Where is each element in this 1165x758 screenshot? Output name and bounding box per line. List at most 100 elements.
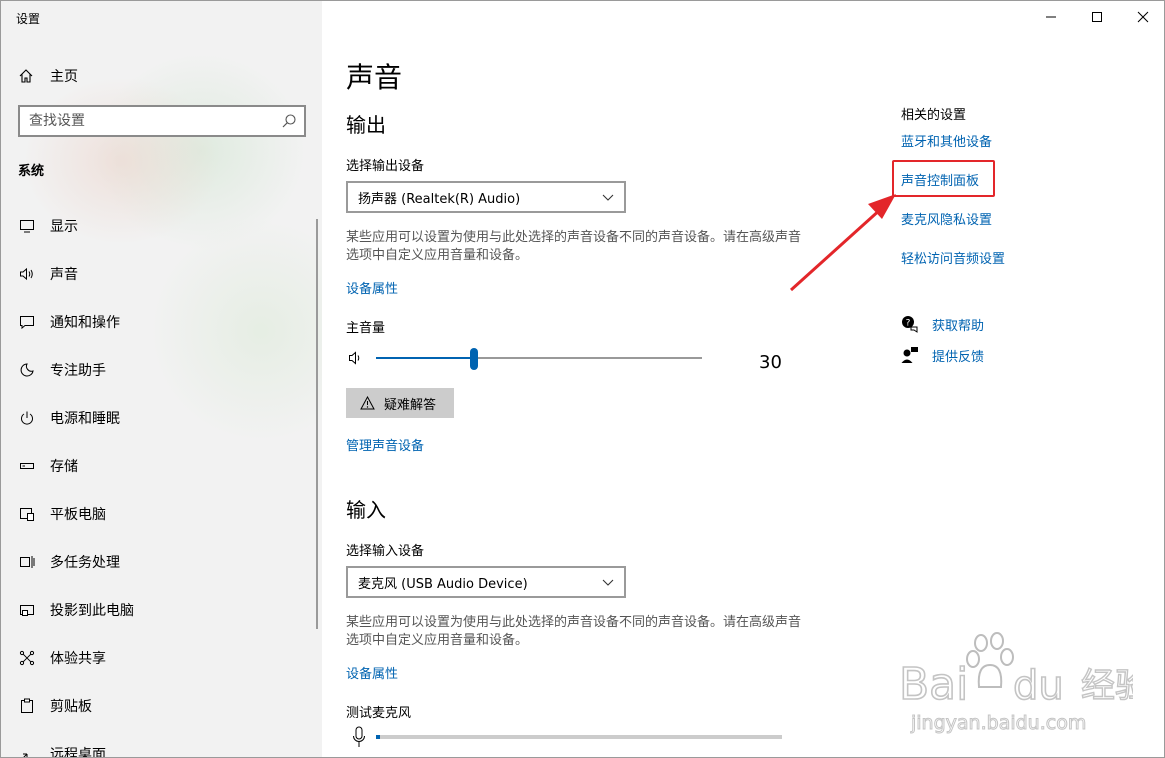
sidebar-item-label: 体验共享 <box>50 651 106 667</box>
search-icon[interactable] <box>281 113 297 129</box>
sidebar-home-label: 主页 <box>50 69 78 85</box>
sidebar-item-label: 显示 <box>50 219 78 235</box>
minimize-button[interactable] <box>1028 1 1074 33</box>
svg-text:du: du <box>1013 663 1064 709</box>
sidebar-item-label: 平板电脑 <box>50 507 106 523</box>
section-title: 系统 <box>18 164 45 179</box>
main-content: 声音 输出 选择输出设备 扬声器 (Realtek(R) Audio) 某些应用… <box>322 1 1164 757</box>
sidebar-scrollbar[interactable] <box>316 219 318 629</box>
chevron-down-icon <box>602 191 614 203</box>
maximize-button[interactable] <box>1074 1 1120 33</box>
feedback-link[interactable]: 提供反馈 <box>901 345 984 365</box>
sidebar-item-storage[interactable]: 存储 <box>1 442 322 490</box>
sidebar-item-label: 存储 <box>50 459 78 475</box>
sidebar-item-notifications[interactable]: 通知和操作 <box>1 298 322 346</box>
highlight-box <box>892 160 995 197</box>
slider-fill <box>376 357 474 359</box>
input-heading: 输入 <box>346 498 386 522</box>
input-device-select[interactable]: 麦克风 (USB Audio Device) <box>346 566 626 598</box>
sidebar-item-power[interactable]: 电源和睡眠 <box>1 394 322 442</box>
sidebar-item-display[interactable]: 显示 <box>1 202 322 250</box>
related-link-ease-of-access-audio[interactable]: 轻松访问音频设置 <box>901 248 1005 267</box>
feedback-label: 提供反馈 <box>932 349 985 365</box>
sidebar-item-label: 声音 <box>50 267 78 283</box>
related-link-mic-privacy[interactable]: 麦克风隐私设置 <box>901 209 992 228</box>
svg-text:jingyan.baidu.com: jingyan.baidu.com <box>910 712 1086 734</box>
volume-value: 30 <box>759 352 782 373</box>
settings-window: 设置 主页 系统 显示 <box>0 0 1165 758</box>
sidebar-item-label: 远程桌面 <box>50 747 106 758</box>
sidebar-item-label: 电源和睡眠 <box>50 411 120 427</box>
volume-slider[interactable] <box>376 348 702 370</box>
sidebar-item-sound[interactable]: 声音 <box>1 250 322 298</box>
svg-text:经验: 经验 <box>1081 666 1133 706</box>
test-microphone-label: 测试麦克风 <box>346 706 412 721</box>
sidebar-item-label: 多任务处理 <box>50 555 120 571</box>
sidebar-item-tablet[interactable]: 平板电脑 <box>1 490 322 538</box>
manage-sound-devices-link[interactable]: 管理声音设备 <box>346 435 424 454</box>
output-device-value: 扬声器 (Realtek(R) Audio) <box>358 191 521 207</box>
home-icon <box>17 67 35 85</box>
output-device-select[interactable]: 扬声器 (Realtek(R) Audio) <box>346 181 626 213</box>
output-device-properties-link[interactable]: 设备属性 <box>346 278 398 297</box>
notification-icon <box>18 313 36 331</box>
caption-buttons <box>1028 1 1164 33</box>
sidebar-item-label: 通知和操作 <box>50 315 120 331</box>
input-device-label: 选择输入设备 <box>346 544 425 559</box>
microphone-level-fill <box>376 735 381 739</box>
remote-icon <box>18 745 36 757</box>
microphone-level-meter <box>376 735 782 739</box>
output-heading: 输出 <box>346 113 386 137</box>
storage-icon <box>18 457 36 475</box>
get-help-link[interactable]: ? 获取帮助 <box>901 314 984 334</box>
master-volume-label: 主音量 <box>346 321 386 336</box>
close-button[interactable] <box>1120 1 1164 33</box>
svg-text:Bai: Bai <box>899 659 968 710</box>
help-chat-icon: ? <box>901 315 919 333</box>
slider-thumb[interactable] <box>469 348 478 370</box>
sidebar-item-label: 投影到此电脑 <box>50 603 134 619</box>
volume-icon[interactable] <box>348 350 364 366</box>
warning-icon <box>360 395 376 411</box>
chevron-down-icon <box>602 576 614 588</box>
svg-text:?: ? <box>906 319 911 329</box>
search-input[interactable] <box>20 107 270 135</box>
multitask-icon <box>18 553 36 571</box>
search-box[interactable] <box>18 105 306 137</box>
input-description: 某些应用可以设置为使用与此处选择的声音设备不同的声音设备。请在高级声音选项中自定… <box>346 615 802 648</box>
share-icon <box>18 649 36 667</box>
sidebar-item-focus[interactable]: 专注助手 <box>1 346 322 394</box>
sidebar-item-label: 专注助手 <box>50 363 106 379</box>
baidu-watermark: Bai du 经验 jingyan.baidu.com <box>893 629 1150 739</box>
output-device-label: 选择输出设备 <box>346 159 425 174</box>
get-help-label: 获取帮助 <box>932 318 985 334</box>
tablet-icon <box>18 505 36 523</box>
microphone-icon <box>352 726 366 748</box>
sidebar-item-clipboard[interactable]: 剪贴板 <box>1 682 322 730</box>
speaker-icon <box>18 265 36 283</box>
moon-icon <box>18 361 36 379</box>
app-title: 设置 <box>16 12 41 26</box>
sidebar: 设置 主页 系统 显示 <box>1 1 322 758</box>
minimize-icon <box>1046 16 1056 18</box>
project-icon <box>18 601 36 619</box>
maximize-icon <box>1092 12 1102 22</box>
page-title: 声音 <box>346 61 403 94</box>
power-icon <box>18 409 36 427</box>
sidebar-home[interactable]: 主页 <box>17 64 78 88</box>
related-settings-title: 相关的设置 <box>901 108 967 123</box>
troubleshoot-button[interactable]: 疑难解答 <box>346 388 454 418</box>
output-description: 某些应用可以设置为使用与此处选择的声音设备不同的声音设备。请在高级声音选项中自定… <box>346 230 802 263</box>
sidebar-item-remote[interactable]: 远程桌面 <box>1 730 322 758</box>
monitor-icon <box>18 217 36 235</box>
feedback-icon <box>901 346 919 364</box>
sidebar-item-label: 剪贴板 <box>50 699 92 715</box>
sidebar-item-multitasking[interactable]: 多任务处理 <box>1 538 322 586</box>
sidebar-item-share[interactable]: 体验共享 <box>1 634 322 682</box>
input-device-value: 麦克风 (USB Audio Device) <box>358 576 528 592</box>
clipboard-icon <box>18 697 36 715</box>
related-link-bluetooth[interactable]: 蓝牙和其他设备 <box>901 131 992 150</box>
close-icon <box>1137 11 1149 23</box>
sidebar-item-project[interactable]: 投影到此电脑 <box>1 586 322 634</box>
input-device-properties-link[interactable]: 设备属性 <box>346 663 398 682</box>
